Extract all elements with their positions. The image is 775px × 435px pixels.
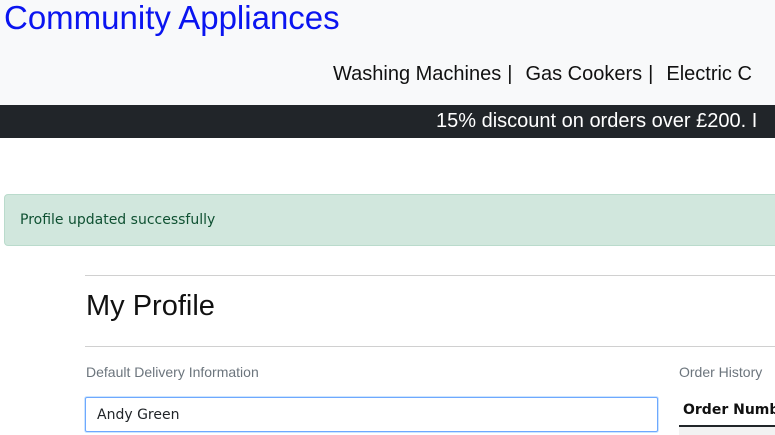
nav-link-washing-machines[interactable]: Washing Machines <box>333 60 501 88</box>
site-header: Community Appliances Washing Machines | … <box>0 0 775 105</box>
promo-text: 15% discount on orders over £200. I <box>436 110 758 132</box>
table-row <box>679 427 775 435</box>
nav-link-electric-cookers[interactable]: Electric C <box>666 60 752 88</box>
column-header-order-number: Order Number <box>679 395 775 427</box>
table-header-row: Order Number <box>679 395 775 427</box>
order-history-table: Order Number <box>679 395 775 427</box>
brand-logo-link[interactable]: Community Appliances <box>4 0 340 40</box>
divider <box>85 275 775 276</box>
nav-separator: | <box>507 63 513 85</box>
page: Community Appliances Washing Machines | … <box>0 0 775 435</box>
alert-message: Profile updated successfully <box>20 212 216 228</box>
order-history-label: Order History <box>679 364 763 380</box>
category-nav: Washing Machines | Gas Cookers | Electri… <box>333 60 752 88</box>
full-name-input[interactable] <box>85 397 658 432</box>
divider <box>85 346 775 347</box>
page-title: My Profile <box>86 290 215 322</box>
delivery-info-label: Default Delivery Information <box>86 364 259 380</box>
success-alert: Profile updated successfully <box>4 194 775 246</box>
nav-separator: | <box>648 63 654 85</box>
nav-link-gas-cookers[interactable]: Gas Cookers <box>525 60 642 88</box>
promo-banner: 15% discount on orders over £200. I <box>0 105 775 138</box>
